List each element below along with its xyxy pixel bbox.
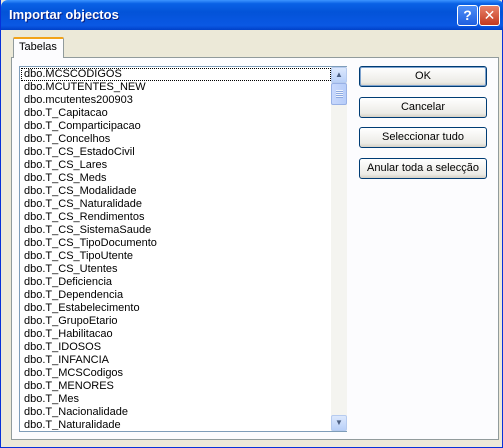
help-button[interactable]: ? [457, 5, 478, 26]
scroll-up-arrow-icon[interactable]: ▲ [331, 67, 347, 83]
tab-tabelas[interactable]: Tabelas [13, 37, 64, 58]
list-item[interactable]: dbo.T_Deficiencia [21, 276, 331, 289]
cancel-button[interactable]: Cancelar [359, 97, 487, 118]
list-item[interactable]: dbo.T_Habilitacao [21, 328, 331, 341]
close-button[interactable]: ✕ [479, 5, 500, 26]
list-items: dbo.MCSCODIGOS dbo.MCUTENTES_NEW dbo.mcute… [21, 68, 331, 430]
list-item[interactable]: dbo.T_MCSCodigos [21, 367, 331, 380]
list-item[interactable]: dbo.T_Capitacao [21, 107, 331, 120]
deselect-all-button[interactable]: Anular toda a selecção [359, 158, 487, 179]
list-item[interactable]: dbo.T_Nacionalidade [21, 406, 331, 419]
ok-button[interactable]: OK [359, 66, 487, 87]
window-title: Importar objectos [9, 7, 119, 22]
list-item[interactable]: dbo.T_Estabelecimento [21, 302, 331, 315]
scroll-down-arrow-icon[interactable]: ▼ [331, 415, 347, 431]
list-item[interactable]: dbo.T_MENORES [21, 380, 331, 393]
list-item[interactable]: dbo.T_Mes [21, 393, 331, 406]
list-item[interactable]: dbo.T_CS_SistemaSaude [21, 224, 331, 237]
list-item[interactable]: dbo.T_CS_Lares [21, 159, 331, 172]
list-item[interactable]: dbo.T_GrupoEtario [21, 315, 331, 328]
select-all-button[interactable]: Seleccionar tudo [359, 127, 487, 148]
list-item[interactable]: dbo.MCSCODIGOS [21, 68, 331, 81]
list-item[interactable]: dbo.T_Naturalidade [21, 419, 331, 430]
vertical-scrollbar[interactable]: ▲ ▼ [331, 67, 347, 431]
list-item[interactable]: dbo.T_IDOSOS [21, 341, 331, 354]
list-item[interactable]: dbo.T_Comparticipacao [21, 120, 331, 133]
list-item[interactable]: dbo.T_CS_Rendimentos [21, 211, 331, 224]
list-item[interactable]: dbo.T_INFANCIA [21, 354, 331, 367]
list-item[interactable]: dbo.mcutentes200903 [21, 94, 331, 107]
import-objects-dialog: Importar objectos ? ✕ Tabelas dbo.MCSCOD… [0, 0, 503, 448]
scrollbar-thumb[interactable] [331, 83, 347, 105]
list-item[interactable]: dbo.MCUTENTES_NEW [21, 81, 331, 94]
list-item[interactable]: dbo.T_Concelhos [21, 133, 331, 146]
title-bar[interactable]: Importar objectos ? ✕ [1, 0, 503, 30]
list-item[interactable]: dbo.T_CS_Utentes [21, 263, 331, 276]
list-item[interactable]: dbo.T_CS_Modalidade [21, 185, 331, 198]
list-item[interactable]: dbo.T_CS_TipoDocumento [21, 237, 331, 250]
tables-listbox[interactable]: dbo.MCSCODIGOS dbo.MCUTENTES_NEW dbo.mcute… [19, 66, 347, 432]
list-item[interactable]: dbo.T_Dependencia [21, 289, 331, 302]
list-item[interactable]: dbo.T_CS_Naturalidade [21, 198, 331, 211]
list-item[interactable]: dbo.T_CS_TipoUtente [21, 250, 331, 263]
list-item[interactable]: dbo.T_CS_EstadoCivil [21, 146, 331, 159]
thumb-grip [336, 90, 343, 98]
list-item[interactable]: dbo.T_CS_Meds [21, 172, 331, 185]
